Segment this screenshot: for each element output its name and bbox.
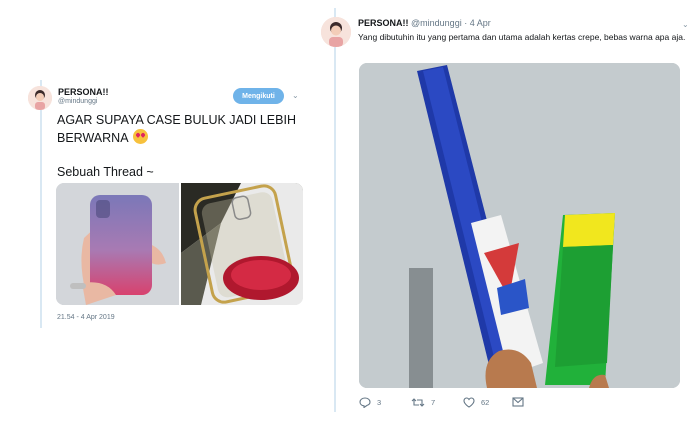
following-button[interactable]: Mengikuti bbox=[233, 88, 284, 104]
tweet-card-reply[interactable]: PERSONA!! @mindunggi · 4 Apr ⌄ Yang dibu… bbox=[316, 8, 694, 418]
thread-connector-line bbox=[40, 80, 42, 328]
retweet-action[interactable]: 7 bbox=[411, 397, 435, 408]
tweet-text: Yang dibutuhin itu yang pertama dan utam… bbox=[358, 32, 686, 42]
like-count: 62 bbox=[481, 398, 490, 407]
retweet-count: 7 bbox=[431, 398, 436, 407]
author-name[interactable]: PERSONA!! bbox=[58, 87, 109, 97]
envelope-icon bbox=[512, 397, 524, 407]
message-action[interactable] bbox=[512, 397, 530, 407]
author-name[interactable]: PERSONA!! bbox=[358, 18, 409, 28]
avatar-illustration-icon bbox=[321, 17, 351, 47]
tweet-photo-crepe-paper[interactable] bbox=[359, 63, 680, 388]
chevron-down-icon[interactable]: ⌄ bbox=[682, 20, 689, 29]
author-handle[interactable]: @mindunggi bbox=[58, 98, 97, 105]
heart-icon bbox=[463, 397, 475, 408]
tweet-card-original[interactable]: PERSONA!! @mindunggi Mengikuti ⌄ AGAR SU… bbox=[22, 80, 308, 345]
tweet-text-line2: Sebuah Thread ~ bbox=[57, 165, 154, 179]
tweet-text-line: AGAR SUPAYA CASE BULUK JADI LEBIH BERWAR… bbox=[57, 113, 296, 145]
avatar[interactable] bbox=[28, 86, 52, 110]
avatar-illustration-icon bbox=[28, 86, 52, 110]
avatar[interactable] bbox=[321, 17, 351, 47]
tweet-header: PERSONA!! @mindunggi · 4 Apr bbox=[358, 18, 491, 28]
reply-action[interactable]: 3 bbox=[359, 397, 381, 408]
chevron-down-icon[interactable]: ⌄ bbox=[292, 91, 299, 100]
tweet-timestamp[interactable]: 21.54 - 4 Apr 2019 bbox=[57, 314, 115, 321]
tweet-actions: 3 7 62 bbox=[359, 397, 559, 411]
author-handle-date[interactable]: @mindunggi · 4 Apr bbox=[411, 18, 491, 28]
like-action[interactable]: 62 bbox=[463, 397, 489, 408]
reply-count: 3 bbox=[377, 398, 382, 407]
case-in-dye-illustration-icon bbox=[181, 183, 303, 305]
tweet-photo-case-in-dye[interactable] bbox=[181, 183, 303, 305]
retweet-icon bbox=[411, 398, 425, 407]
reply-icon bbox=[359, 397, 371, 408]
heart-eyes-emoji-icon bbox=[133, 128, 149, 144]
tweet-text: AGAR SUPAYA CASE BULUK JADI LEBIH BERWAR… bbox=[57, 113, 302, 146]
thread-connector-line bbox=[334, 8, 336, 412]
crepe-paper-illustration-icon bbox=[359, 63, 680, 388]
tweet-photo-gradient-case[interactable] bbox=[56, 183, 179, 305]
gradient-case-illustration-icon bbox=[56, 183, 179, 305]
twitter-thread-collage: PERSONA!! @mindunggi Mengikuti ⌄ AGAR SU… bbox=[0, 0, 700, 427]
